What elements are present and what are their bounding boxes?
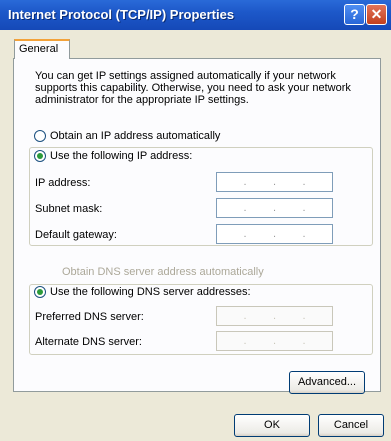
ip-address-input[interactable]: ... (216, 172, 333, 192)
ip-dot: . (302, 310, 306, 322)
help-icon[interactable]: ? (344, 4, 365, 25)
use-following-ip-label[interactable]: Use the following IP address: (50, 150, 196, 162)
default-gateway-input[interactable]: ... (216, 224, 333, 244)
ok-button[interactable]: OK (234, 414, 310, 437)
close-icon[interactable]: ✕ (366, 4, 387, 25)
title-bar[interactable]: Internet Protocol (TCP/IP) Properties ? … (0, 0, 391, 30)
obtain-ip-auto-radio[interactable] (34, 130, 46, 142)
preferred-dns-label: Preferred DNS server: (35, 311, 144, 323)
subnet-mask-input[interactable]: ... (216, 198, 333, 218)
obtain-ip-auto-label[interactable]: Obtain an IP address automatically (50, 130, 220, 142)
ip-address-label: IP address: (35, 177, 91, 189)
obtain-dns-auto-label: Obtain DNS server address automatically (62, 266, 264, 278)
ip-dot: . (302, 335, 306, 347)
subnet-mask-label: Subnet mask: (35, 203, 103, 215)
cancel-button[interactable]: Cancel (318, 414, 384, 437)
ip-dot: . (272, 335, 277, 347)
ip-dot: . (302, 176, 306, 188)
ip-dot: . (243, 335, 247, 347)
default-gateway-label: Default gateway: (35, 229, 117, 241)
alternate-dns-label: Alternate DNS server: (35, 336, 142, 348)
description-text: You can get IP settings assigned automat… (35, 70, 351, 106)
window-title: Internet Protocol (TCP/IP) Properties (8, 7, 235, 22)
use-following-dns-label[interactable]: Use the following DNS server addresses: (50, 286, 254, 298)
alternate-dns-input[interactable]: ... (216, 331, 333, 351)
ip-dot: . (272, 310, 277, 322)
ip-dot: . (243, 176, 247, 188)
ip-dot: . (243, 202, 247, 214)
use-following-ip-radio[interactable] (34, 150, 46, 162)
ip-dot: . (272, 228, 277, 240)
ip-dot: . (243, 228, 247, 240)
ip-dot: . (302, 228, 306, 240)
ip-dot: . (272, 202, 277, 214)
ip-dot: . (272, 176, 277, 188)
advanced-button[interactable]: Advanced... (289, 371, 365, 394)
tab-general[interactable]: General (14, 39, 70, 59)
ip-dot: . (243, 310, 247, 322)
use-following-dns-radio[interactable] (34, 286, 46, 298)
ip-dot: . (302, 202, 306, 214)
preferred-dns-input[interactable]: ... (216, 306, 333, 326)
